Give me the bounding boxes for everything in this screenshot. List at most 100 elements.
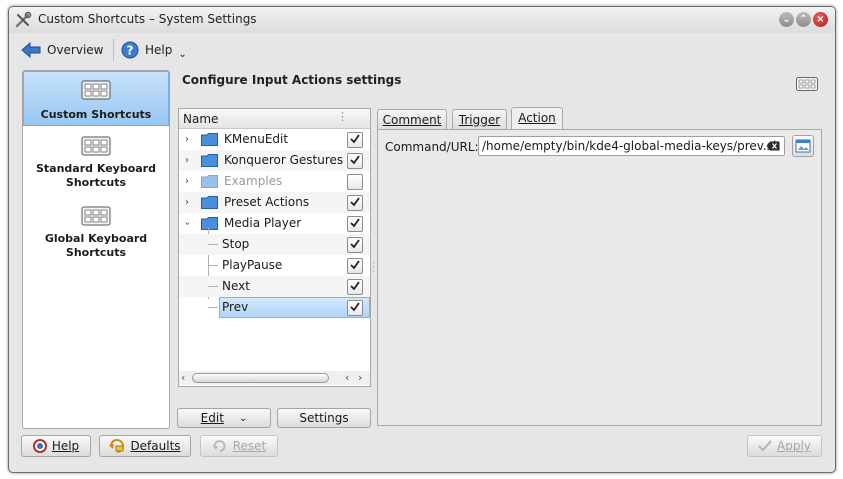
expand-icon[interactable]: › [185,197,189,208]
tree-row-prev[interactable]: Prev [179,297,370,318]
splitter-handle[interactable]: · · · [372,260,375,277]
open-file-icon [795,139,811,153]
sidebar-item-standard-keyboard-shortcuts[interactable]: Standard Keyboard Shortcuts [23,136,169,196]
keyboard-icon [796,77,818,91]
column-header-name: Name [183,112,219,126]
folder-icon [201,133,218,146]
settings-window: Custom Shortcuts – System Settings ⌄ ⌃ ×… [8,6,836,473]
settings-button[interactable]: Settings [277,408,371,428]
toolbar: Overview ? Help ⌄ [9,33,835,67]
enabled-checkbox[interactable] [347,258,363,274]
svg-text:?: ? [127,44,134,58]
folder-icon [201,217,218,230]
tab-trigger[interactable]: Trigger [452,109,507,130]
collapse-icon[interactable]: › [182,222,193,226]
tree-row-kmenuedit[interactable]: › KMenuEdit [179,129,370,150]
tab-label: Comment [382,113,442,127]
enabled-checkbox[interactable] [347,195,363,211]
apply-button[interactable]: Apply [747,435,822,457]
apply-button-label: Apply [777,439,811,453]
reset-button[interactable]: Reset [200,435,278,457]
column-menu-icon: ⋮ [337,110,348,123]
scroll-right-icon[interactable]: › [358,371,362,384]
sidebar-item-label: Custom Shortcuts [40,108,152,121]
overview-button[interactable]: Overview [21,37,104,63]
expand-icon[interactable]: › [185,155,189,166]
keyboard-icon [81,80,111,100]
tree-row-label: Examples [224,174,283,188]
tree-row-stop[interactable]: Stop [179,234,370,255]
enabled-checkbox[interactable] [347,300,363,316]
command-url-input[interactable]: /home/empty/bin/kde4-global-media-keys/p… [478,136,785,156]
folder-icon [201,175,218,188]
scroll-left-icon[interactable]: ‹ [181,371,185,384]
defaults-icon [109,439,125,453]
sidebar-item-label: Global Keyboard [44,232,148,245]
enabled-checkbox[interactable] [347,174,363,190]
tree-row-label: Preset Actions [224,195,310,209]
sidebar-item-label: Shortcuts [65,246,127,259]
scrollbar-thumb[interactable] [192,373,329,383]
actions-tree: Name ⋮ › KMenuEdit › Konqueror Gestures … [178,108,371,387]
defaults-button-label: Defaults [130,439,181,453]
tree-row-next[interactable]: Next [179,276,370,297]
tree-row-label: PlayPause [222,258,283,272]
enabled-checkbox[interactable] [347,132,363,148]
defaults-button[interactable]: Defaults [99,435,191,457]
reset-icon [212,440,226,452]
expand-icon[interactable]: › [185,134,189,145]
edit-label: Edit [200,411,224,425]
tab-label: Action [518,111,556,125]
expand-icon[interactable]: › [185,176,189,187]
enabled-checkbox[interactable] [347,153,363,169]
tree-row-konqueror-gestures[interactable]: › Konqueror Gestures [179,150,370,171]
tab-comment[interactable]: Comment [377,109,447,130]
window-title: Custom Shortcuts – System Settings [38,12,257,26]
browse-button[interactable] [792,135,814,157]
maximize-icon[interactable]: ⌃ [796,12,811,27]
help-button[interactable]: Help [21,435,91,457]
tree-row-label: Stop [222,237,250,251]
horizontal-scrollbar[interactable]: ‹ ‹ › [179,371,370,385]
chevron-down-icon: ⌄ [238,412,248,424]
keyboard-icon [81,206,111,226]
tree-header[interactable]: Name ⋮ [179,109,370,129]
close-icon[interactable]: × [813,12,828,27]
overview-label: Overview [47,43,104,57]
tree-row-label: Prev [222,300,249,314]
tab-label: Trigger [458,113,501,127]
page-title: Configure Input Actions settings [182,73,402,87]
tree-branch-line [208,244,218,245]
edit-menu-button[interactable]: Edit ⌄ [177,408,271,428]
tree-row-playpause[interactable]: PlayPause [179,255,370,276]
tree-branch-line [208,286,218,287]
tree-row-label: Next [222,279,250,293]
scroll-left-icon[interactable]: ‹ [345,371,349,384]
reset-button-label: Reset [232,439,267,453]
tree-row-preset-actions[interactable]: › Preset Actions [179,192,370,213]
sidebar-item-global-keyboard-shortcuts[interactable]: Global Keyboard Shortcuts [23,206,169,266]
help-icon: ? [121,41,139,59]
tree-row-label: Konqueror Gestures [224,153,344,167]
clear-text-icon[interactable] [766,141,780,151]
settings-label: Settings [299,411,349,425]
chevron-down-icon: ⌄ [178,48,187,60]
minimize-icon[interactable]: ⌄ [779,12,794,27]
tools-icon [15,11,32,28]
sidebar-item-label: Standard Keyboard [36,162,156,175]
enabled-checkbox[interactable] [347,279,363,295]
folder-icon [201,154,218,167]
tree-branch-line [208,307,218,308]
help-menu-button[interactable]: ? Help ⌄ [121,37,187,63]
tree-row-examples[interactable]: › Examples [179,171,370,192]
folder-icon [201,196,218,209]
module-sidebar: Custom Shortcuts Standard Keyboard Short… [22,70,170,429]
keyboard-icon [81,136,111,156]
tab-action[interactable]: Action [511,107,563,130]
help-button-label: Help [51,439,80,453]
enabled-checkbox[interactable] [347,216,363,232]
enabled-checkbox[interactable] [347,237,363,253]
title-bar[interactable]: Custom Shortcuts – System Settings ⌄ ⌃ × [9,7,835,33]
tree-branch-line [208,265,218,266]
sidebar-item-custom-shortcuts[interactable]: Custom Shortcuts [23,71,169,126]
